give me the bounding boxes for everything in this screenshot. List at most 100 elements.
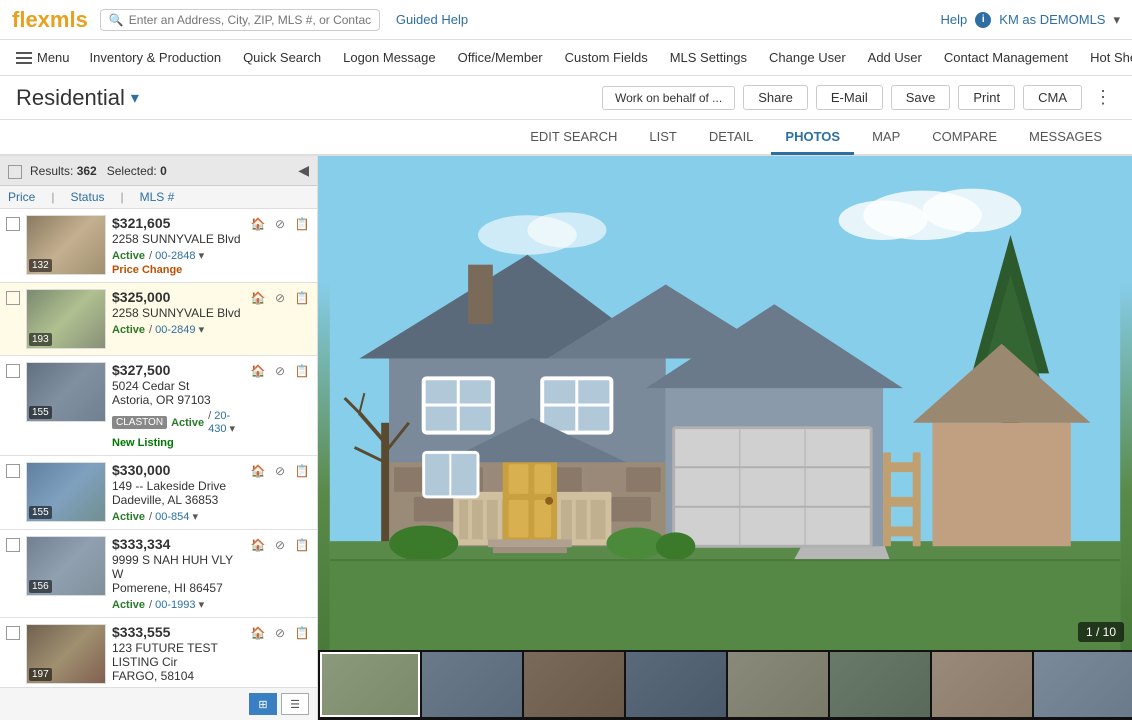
thumbnail-3[interactable] [524,652,624,717]
listing-thumbnail: 156 [26,536,106,596]
mls-link[interactable]: 00-854 [155,511,189,523]
photo-counter: 1 / 10 [1078,622,1124,642]
home-icon[interactable]: 🏠 [249,289,267,307]
list-view-button[interactable]: ☰ [281,693,309,715]
nav-mls-settings[interactable]: MLS Settings [660,46,757,69]
listing-icons: 🏠 ⊘ 📋 [249,536,311,554]
listing-item[interactable]: 132 $321,605 2258 SUNNYVALE Blvd Active … [0,209,317,283]
thumbnail-4[interactable] [626,652,726,717]
home-icon[interactable]: 🏠 [249,536,267,554]
save-button[interactable]: Save [891,85,951,110]
block-icon[interactable]: ⊘ [271,289,289,307]
tab-bar: EDIT SEARCH LIST DETAIL PHOTOS MAP COMPA… [0,120,1132,156]
listing-info: $330,000 149 -- Lakeside Drive Dadeville… [112,462,243,523]
nav-quick-search[interactable]: Quick Search [233,46,331,69]
grid-view-button[interactable]: ⊞ [249,693,277,715]
home-icon[interactable]: 🏠 [249,462,267,480]
listing-item[interactable]: 155 $330,000 149 -- Lakeside Drive Dadev… [0,456,317,530]
listing-address: 5024 Cedar St [112,379,243,393]
collapse-arrow[interactable]: ◀ [298,162,309,179]
status-badge: Active [112,599,145,611]
nav-logon-message[interactable]: Logon Message [333,46,446,69]
nav-inventory[interactable]: Inventory & Production [80,46,232,69]
thumbnail-2[interactable] [422,652,522,717]
edit-icon[interactable]: 📋 [293,362,311,380]
guided-help-link[interactable]: Guided Help [396,12,468,27]
thumbnail-7[interactable] [932,652,1032,717]
menu-button[interactable]: Menu [8,46,78,69]
mls-number: / 00-1993 ▾ [149,598,204,611]
page-title-chevron[interactable]: ▾ [131,88,139,108]
block-icon[interactable]: ⊘ [271,536,289,554]
listing-checkbox[interactable] [6,291,20,305]
listing-checkbox[interactable] [6,217,20,231]
listing-checkbox[interactable] [6,538,20,552]
help-link[interactable]: Help [941,12,968,27]
tag-badge: CLASTON [112,416,167,429]
sort-status[interactable]: Status [70,190,104,204]
nav-add-user[interactable]: Add User [858,46,932,69]
email-button[interactable]: E-Mail [816,85,883,110]
home-icon[interactable]: 🏠 [249,215,267,233]
listing-item[interactable]: 155 $327,500 5024 Cedar St Astoria, OR 9… [0,356,317,456]
listing-icons: 🏠 ⊘ 📋 [249,624,311,642]
listing-info: $333,334 9999 S NAH HUH VLY W Pomerene, … [112,536,243,611]
nav-office-member[interactable]: Office/Member [448,46,553,69]
listing-checkbox[interactable] [6,626,20,640]
share-button[interactable]: Share [743,85,808,110]
results-count: Results: 362 Selected: 0 [30,164,167,178]
mls-link[interactable]: 20-430 [208,410,230,435]
right-panel: 1 / 10 [318,156,1132,720]
thumbnail-1[interactable] [320,652,420,717]
listing-checkbox[interactable] [6,364,20,378]
listing-checkbox[interactable] [6,464,20,478]
search-input[interactable] [129,13,371,27]
thumbnail-8[interactable] [1034,652,1132,717]
cma-button[interactable]: CMA [1023,85,1082,110]
edit-icon[interactable]: 📋 [293,462,311,480]
edit-icon[interactable]: 📋 [293,215,311,233]
home-icon[interactable]: 🏠 [249,624,267,642]
tab-detail[interactable]: DETAIL [695,121,768,155]
edit-icon[interactable]: 📋 [293,289,311,307]
listing-item[interactable]: 193 $325,000 2258 SUNNYVALE Blvd Active … [0,283,317,356]
nav-hot-sheet[interactable]: Hot Sheet [1080,46,1132,69]
block-icon[interactable]: ⊘ [271,362,289,380]
print-button[interactable]: Print [958,85,1015,110]
user-label[interactable]: KM as DEMOMLS [999,12,1105,27]
mls-link[interactable]: 00-2848 [155,250,195,262]
listing-item[interactable]: 197 $333,555 123 FUTURE TEST LISTING Cir… [0,618,317,687]
sort-price[interactable]: Price [8,190,35,204]
sort-mls[interactable]: MLS # [140,190,175,204]
block-icon[interactable]: ⊘ [271,462,289,480]
mls-link[interactable]: 00-2849 [155,324,195,336]
main-photo[interactable]: 1 / 10 [318,156,1132,650]
thumbnail-5[interactable] [728,652,828,717]
nav-contact-mgmt[interactable]: Contact Management [934,46,1078,69]
tab-messages[interactable]: MESSAGES [1015,121,1116,155]
block-icon[interactable]: ⊘ [271,624,289,642]
edit-icon[interactable]: 📋 [293,624,311,642]
tab-list[interactable]: LIST [635,121,690,155]
header-more-button[interactable]: ⋮ [1090,87,1116,108]
tab-compare[interactable]: COMPARE [918,121,1011,155]
nav-change-user[interactable]: Change User [759,46,856,69]
menu-label: Menu [37,50,70,65]
status-badge: Active [112,324,145,336]
thumbnail-6[interactable] [830,652,930,717]
tab-edit-search[interactable]: EDIT SEARCH [516,121,631,155]
edit-icon[interactable]: 📋 [293,536,311,554]
search-box[interactable]: 🔍 [100,9,380,31]
tab-photos[interactable]: PHOTOS [771,121,854,155]
info-badge[interactable]: i [975,12,991,28]
tab-map[interactable]: MAP [858,121,914,155]
listing-status-row: Active / 00-854 ▾ [112,510,243,523]
listing-status-row: Active / 00-1993 ▾ [112,598,243,611]
select-all-checkbox[interactable] [8,165,22,179]
listing-item[interactable]: 156 $333,334 9999 S NAH HUH VLY W Pomere… [0,530,317,618]
nav-custom-fields[interactable]: Custom Fields [555,46,658,69]
work-behalf-button[interactable]: Work on behalf of ... [602,86,735,110]
home-icon[interactable]: 🏠 [249,362,267,380]
block-icon[interactable]: ⊘ [271,215,289,233]
mls-link[interactable]: 00-1993 [155,599,195,611]
